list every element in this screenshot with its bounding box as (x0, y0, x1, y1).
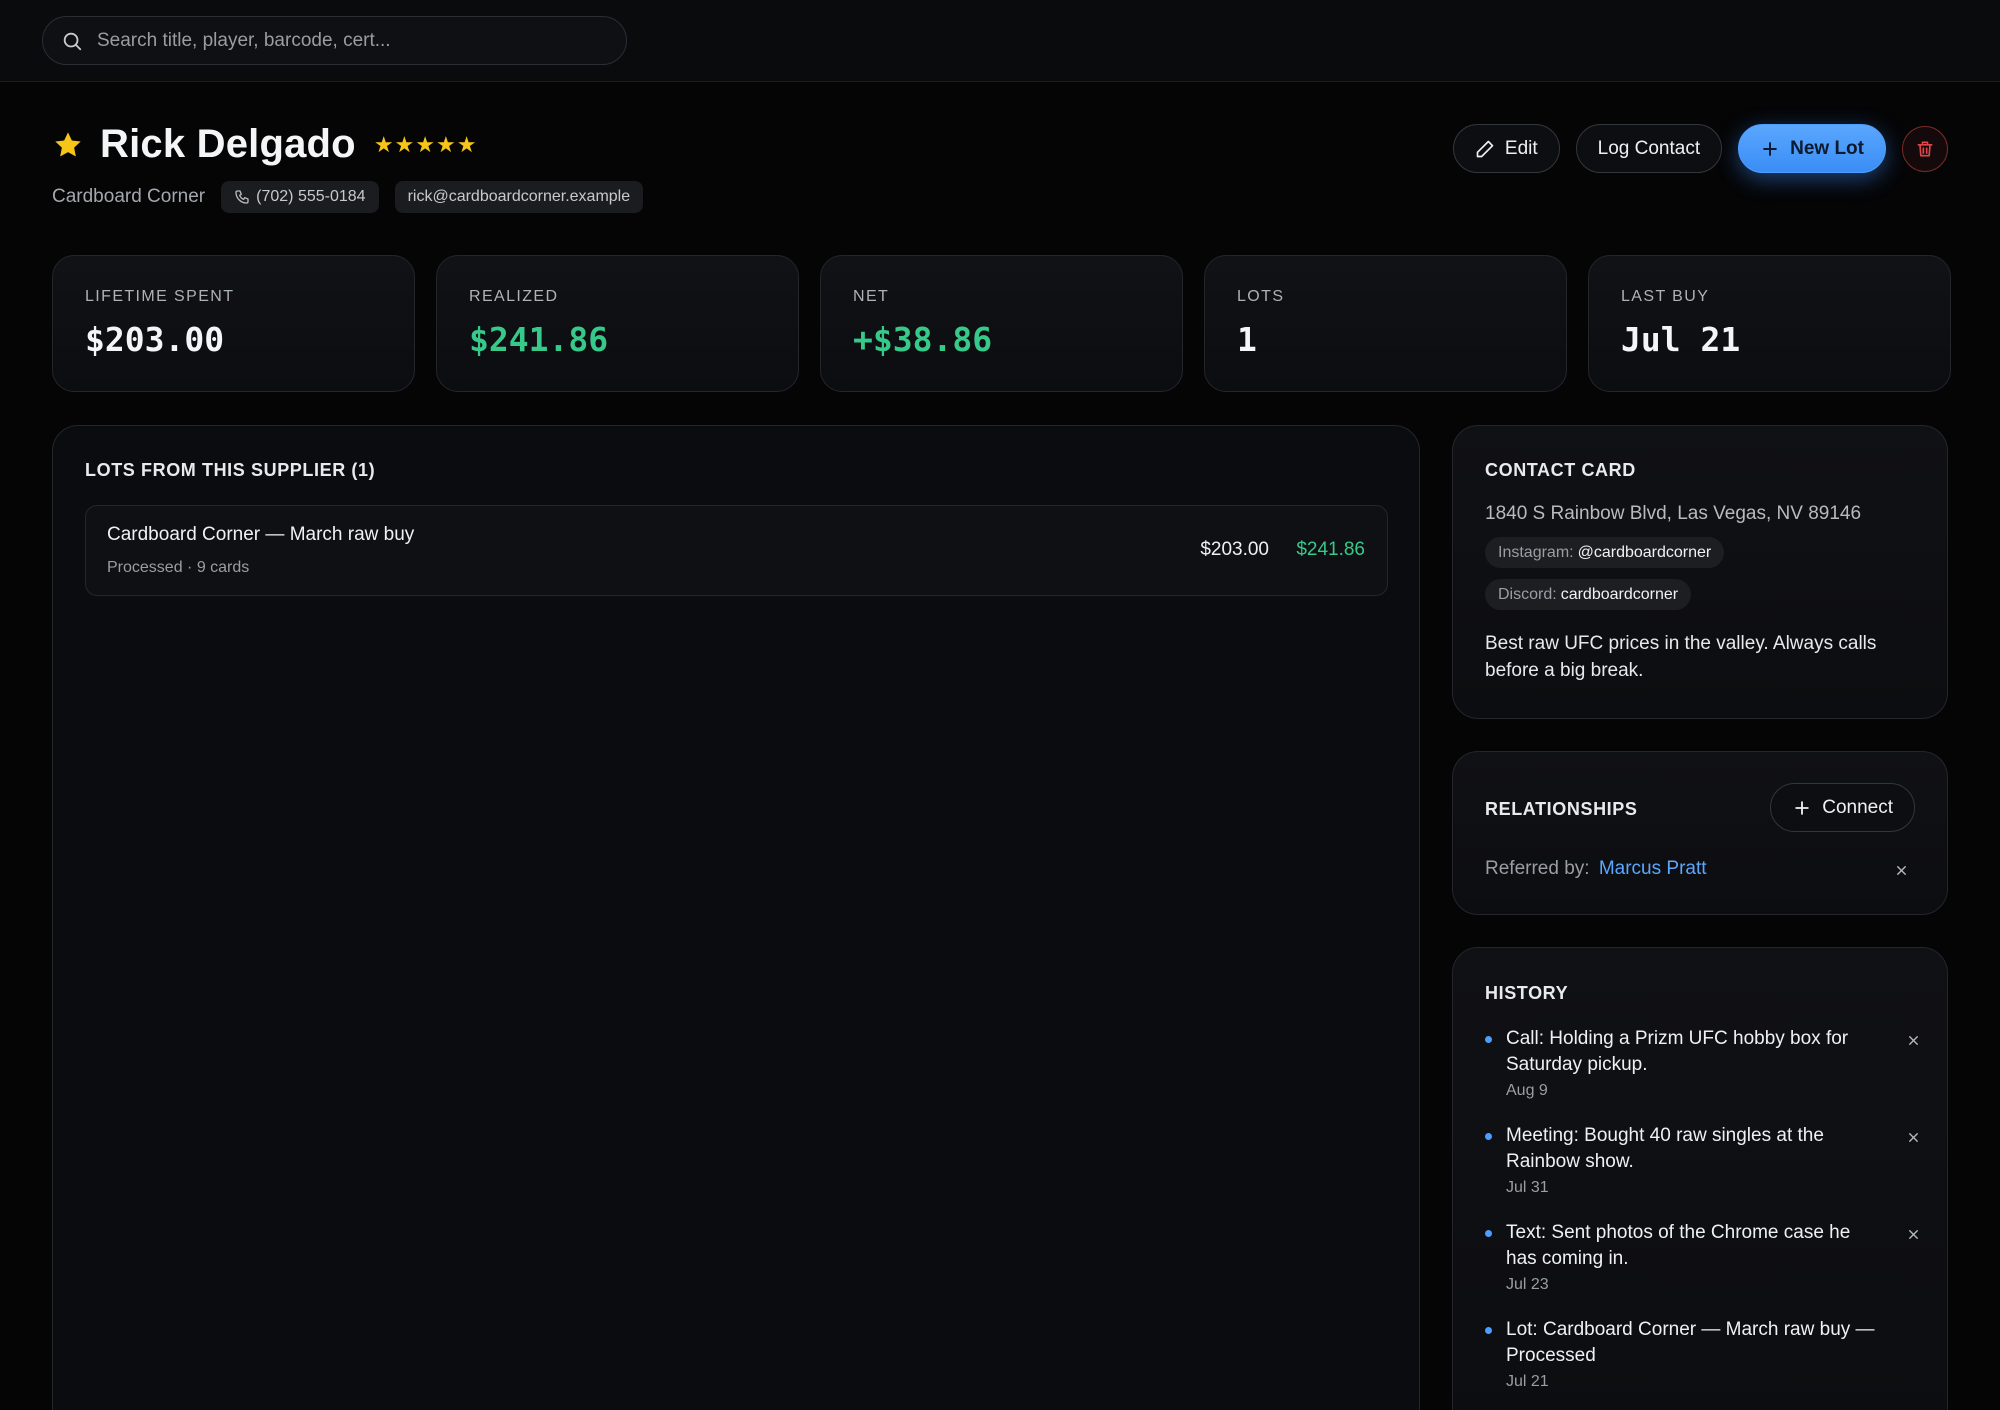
address: 1840 S Rainbow Blvd, Las Vegas, NV 89146 (1485, 503, 1862, 524)
connect-button[interactable]: Connect (1770, 783, 1915, 832)
instagram-handle: @cardboardcorner (1577, 543, 1712, 561)
plus-icon (1795, 800, 1809, 815)
discord-label: Discord: (1498, 585, 1557, 603)
stat-last-buy: LAST BUY Jul 21 (1588, 255, 1951, 392)
close-icon (1908, 1229, 1918, 1239)
close-icon (1908, 1035, 1918, 1045)
email-address: rick@cardboardcorner.example (407, 188, 631, 205)
stat-label: LIFETIME SPENT (85, 288, 235, 305)
profile-header: Rick Delgado ★★★★★ Cardboard Corner (702… (52, 122, 644, 213)
lot-realized: $241.86 (1296, 539, 1365, 560)
supplier-name: Rick Delgado (100, 122, 356, 166)
email-chip[interactable]: rick@cardboardcorner.example (394, 181, 644, 213)
relationship-row: Referred by: Marcus Pratt (1485, 858, 1707, 880)
discord-handle: cardboardcorner (1560, 585, 1679, 603)
new-lot-label: New Lot (1790, 137, 1864, 159)
connect-label: Connect (1822, 796, 1893, 818)
pencil-icon (1476, 140, 1494, 157)
history-text: Call: Holding a Prizm UFC hobby box for … (1506, 1028, 1849, 1075)
relationships-card: RELATIONSHIPS Connect Referred by: Marcu… (1452, 751, 1948, 915)
lots-title: LOTS FROM THIS SUPPLIER (1) (85, 460, 376, 480)
history-title: HISTORY (1485, 983, 1569, 1003)
stat-lifetime-spent: LIFETIME SPENT $203.00 (52, 255, 415, 392)
stat-lots: LOTS 1 (1204, 255, 1567, 392)
history-text: Text: Sent photos of the Chrome case he … (1506, 1222, 1851, 1269)
close-icon (1896, 865, 1906, 875)
trash-icon (1917, 141, 1933, 156)
relationships-title: RELATIONSHIPS (1485, 799, 1638, 819)
phone-number: (702) 555-0184 (256, 188, 366, 205)
stat-label: LAST BUY (1621, 288, 1710, 305)
edit-label: Edit (1504, 137, 1538, 159)
stats-row: LIFETIME SPENT $203.00 REALIZED $241.86 … (52, 255, 1951, 392)
lot-meta: Processed · 9 cards (107, 559, 250, 576)
history-item: Meeting: Bought 40 raw singles at the Ra… (1485, 1123, 1925, 1220)
lot-name: Cardboard Corner — March raw buy (107, 524, 415, 545)
discord-tag[interactable]: Discord: cardboardcorner (1485, 579, 1692, 610)
header-actions: Edit Log Contact New Lot (1437, 124, 1948, 173)
delete-history-button[interactable] (1901, 1028, 1925, 1052)
stat-net: NET +$38.86 (820, 255, 1183, 392)
search-icon (63, 32, 82, 50)
bullet-dot (1485, 1230, 1492, 1237)
stat-label: LOTS (1237, 288, 1285, 305)
stat-label: NET (853, 288, 890, 305)
referred-by-label: Referred by: (1485, 858, 1590, 879)
history-list: Call: Holding a Prizm UFC hobby box for … (1485, 1026, 1925, 1410)
history-date: Jul 23 (1506, 1276, 1549, 1293)
delete-button[interactable] (1902, 125, 1948, 172)
search-box[interactable] (42, 16, 627, 65)
history-text: Meeting: Bought 40 raw singles at the Ra… (1506, 1125, 1824, 1172)
contact-card: CONTACT CARD 1840 S Rainbow Blvd, Las Ve… (1452, 425, 1948, 719)
stat-value: $203.00 (85, 320, 225, 359)
contact-card-title: CONTACT CARD (1485, 460, 1636, 480)
referred-by-link[interactable]: Marcus Pratt (1599, 858, 1707, 879)
search-input[interactable] (97, 29, 577, 52)
stat-value: +$38.86 (853, 320, 993, 359)
bullet-dot (1485, 1133, 1492, 1140)
history-date: Jul 21 (1506, 1373, 1549, 1390)
favorite-star-icon[interactable] (52, 129, 84, 161)
history-item: Call: Holding a Prizm UFC hobby box for … (1485, 1026, 1925, 1123)
stat-realized: REALIZED $241.86 (436, 255, 799, 392)
stat-value: $241.86 (469, 320, 609, 359)
instagram-tag[interactable]: Instagram: @cardboardcorner (1485, 537, 1725, 568)
history-item: Text: Sent photos of the Chrome case he … (1485, 1220, 1925, 1317)
delete-history-button[interactable] (1901, 1125, 1925, 1149)
lots-panel: LOTS FROM THIS SUPPLIER (1) Cardboard Co… (52, 425, 1420, 1410)
company-name: Cardboard Corner (52, 186, 206, 207)
history-date: Aug 9 (1506, 1082, 1548, 1099)
edit-button[interactable]: Edit (1452, 124, 1560, 173)
history-item: Lot: Cardboard Corner — March raw buy — … (1485, 1317, 1925, 1410)
stat-label: REALIZED (469, 288, 559, 305)
instagram-label: Instagram: (1498, 543, 1574, 561)
lot-row[interactable]: Cardboard Corner — March raw buy Process… (85, 505, 1388, 596)
remove-relationship-button[interactable] (1889, 858, 1913, 882)
contact-note: Best raw UFC prices in the valley. Alway… (1485, 633, 1877, 681)
delete-history-button[interactable] (1901, 1222, 1925, 1246)
history-text: Lot: Cardboard Corner — March raw buy — … (1506, 1319, 1875, 1366)
bullet-dot (1485, 1327, 1492, 1334)
phone-chip[interactable]: (702) 555-0184 (221, 181, 379, 213)
top-bar (0, 0, 2000, 82)
history-date: Jul 31 (1506, 1179, 1549, 1196)
close-icon (1908, 1132, 1918, 1142)
phone-icon (235, 190, 249, 204)
new-lot-button[interactable]: New Lot (1738, 124, 1886, 173)
plus-icon (1763, 141, 1777, 156)
log-contact-label: Log Contact (1597, 137, 1701, 159)
bullet-dot (1485, 1036, 1492, 1043)
rating-stars: ★★★★★ (373, 131, 478, 157)
stat-value: 1 (1237, 320, 1257, 359)
log-contact-button[interactable]: Log Contact (1575, 124, 1723, 173)
lot-cost: $203.00 (1200, 539, 1269, 560)
history-card: HISTORY Call: Holding a Prizm UFC hobby … (1452, 947, 1948, 1410)
stat-value: Jul 21 (1621, 320, 1741, 359)
